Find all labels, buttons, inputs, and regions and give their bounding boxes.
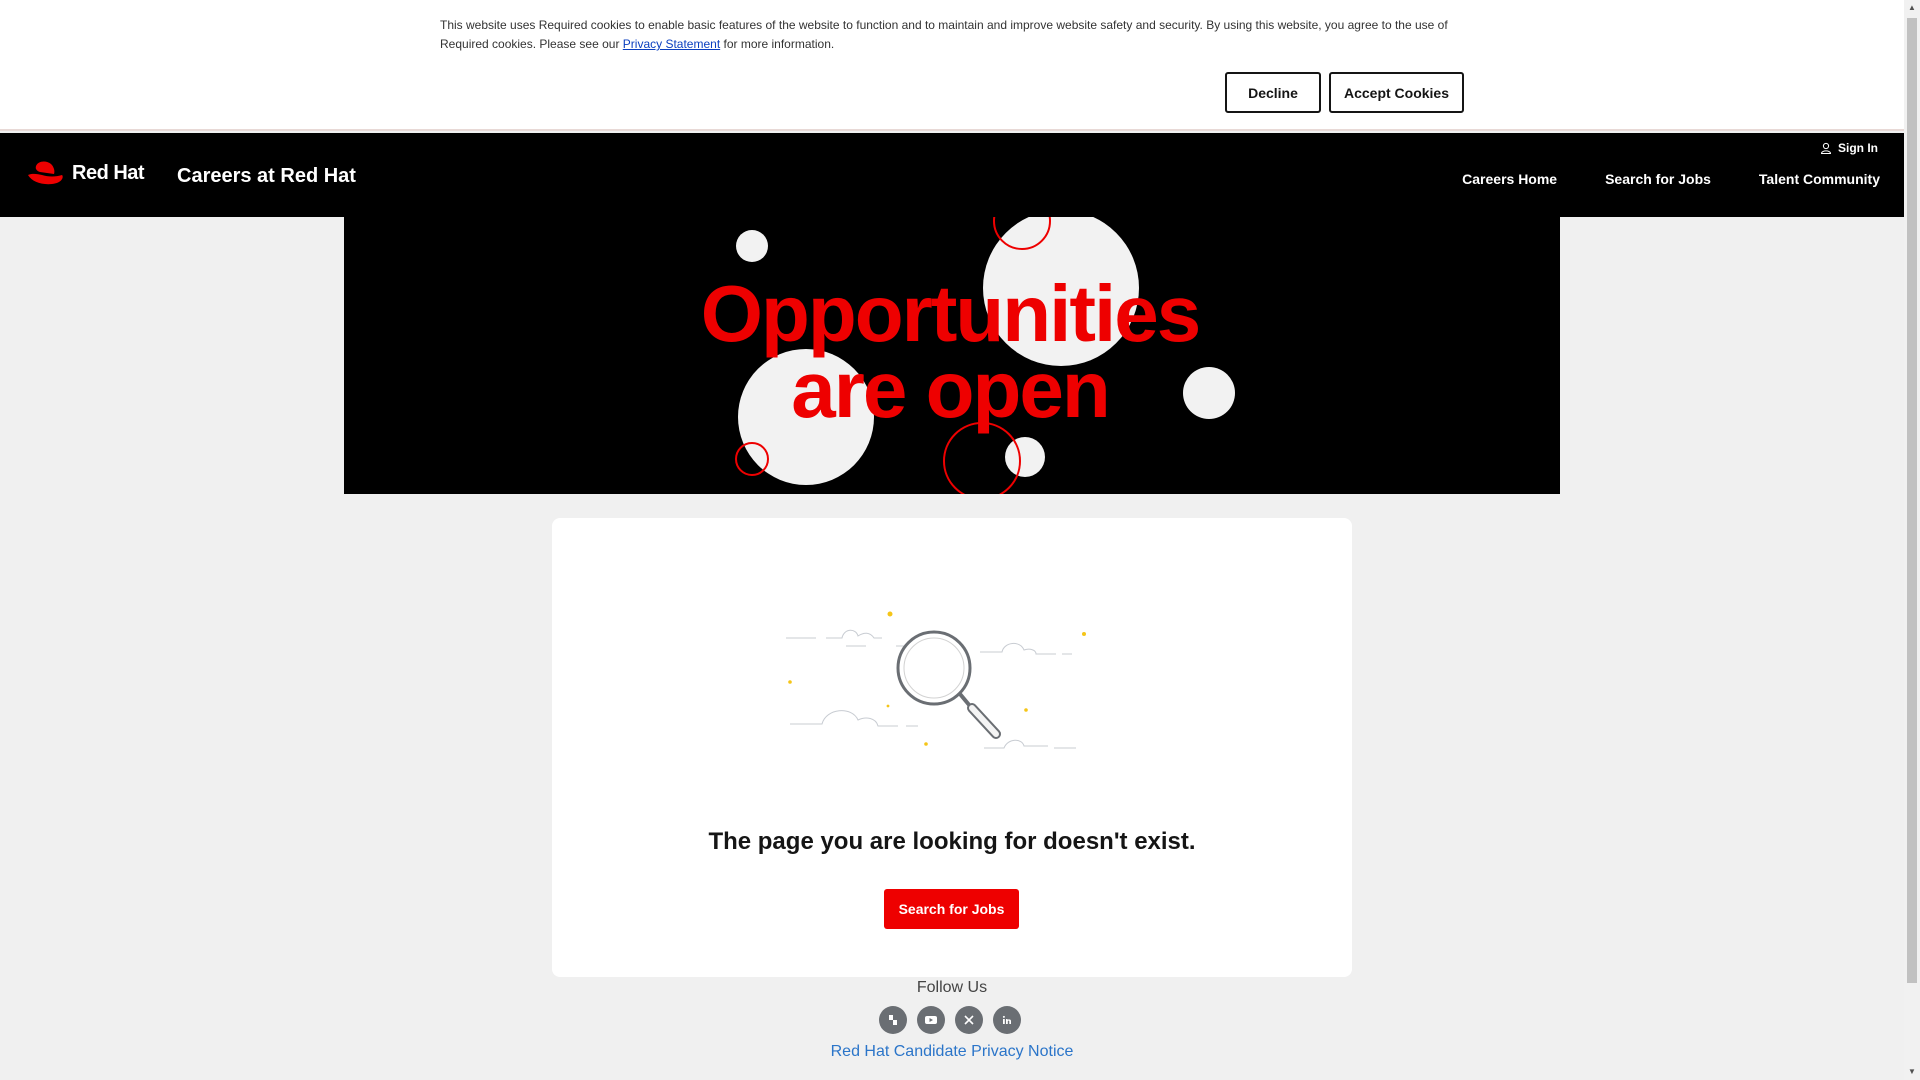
scroll-up-arrow-icon[interactable]: ▲ [1904,0,1920,16]
decline-button[interactable]: Decline [1225,72,1321,113]
red-hat-icon [28,161,63,185]
linkedin-glyph [1002,1015,1011,1024]
hero-bubble [736,230,768,262]
linkedin-icon[interactable] [993,1006,1021,1034]
page-scrollbar[interactable]: ▲ ▼ [1904,0,1920,1080]
nav-search-jobs[interactable]: Search for Jobs [1605,171,1711,187]
sign-in-link[interactable]: Sign In [1820,141,1878,155]
user-icon [1820,142,1832,154]
sign-in-label: Sign In [1838,141,1878,155]
hero-line-2: are open [791,345,1108,434]
scroll-down-arrow-icon[interactable]: ▼ [1904,1064,1920,1080]
search-jobs-button[interactable]: Search for Jobs [884,889,1019,929]
hero-graphic: Opportunities are open [701,217,1235,494]
cookie-text-end: for more information. [720,37,835,51]
social-links [879,1006,1021,1034]
x-icon[interactable] [955,1006,983,1034]
hero-bubble [1005,437,1045,477]
site-title[interactable]: Careers at Red Hat [177,165,356,188]
accept-cookies-button[interactable]: Accept Cookies [1329,72,1464,113]
x-glyph [964,1015,974,1025]
main-nav: Careers Home Search for Jobs Talent Comm… [1462,171,1880,187]
cookie-banner: This website uses Required cookies to en… [0,0,1904,131]
nav-careers-home[interactable]: Careers Home [1462,171,1557,187]
candidate-privacy-notice-link[interactable]: Red Hat Candidate Privacy Notice [0,1043,1904,1061]
privacy-statement-link[interactable]: Privacy Statement [623,37,720,51]
glassdoor-icon[interactable] [879,1006,907,1034]
magnifier-illustration-icon [786,611,1086,749]
cookie-text: This website uses Required cookies to en… [440,18,1448,51]
red-hat-logo[interactable]: Red Hat [26,158,145,188]
not-found-card: The page you are looking for doesn't exi… [552,518,1352,977]
hero-bubble [1183,367,1235,419]
hero-banner: Opportunities are open [344,217,1560,494]
site-header: Red Hat Careers at Red Hat Sign In Caree… [0,133,1904,217]
scroll-thumb[interactable] [1907,18,1917,983]
follow-us-label: Follow Us [916,979,988,996]
glassdoor-glyph [889,1015,897,1025]
cookie-message: This website uses Required cookies to en… [440,16,1460,54]
nav-talent-community[interactable]: Talent Community [1759,171,1880,187]
youtube-icon[interactable] [917,1006,945,1034]
youtube-glyph [925,1016,937,1024]
logo-text: Red Hat [72,161,145,184]
not-found-message: The page you are looking for doesn't exi… [708,828,1196,855]
